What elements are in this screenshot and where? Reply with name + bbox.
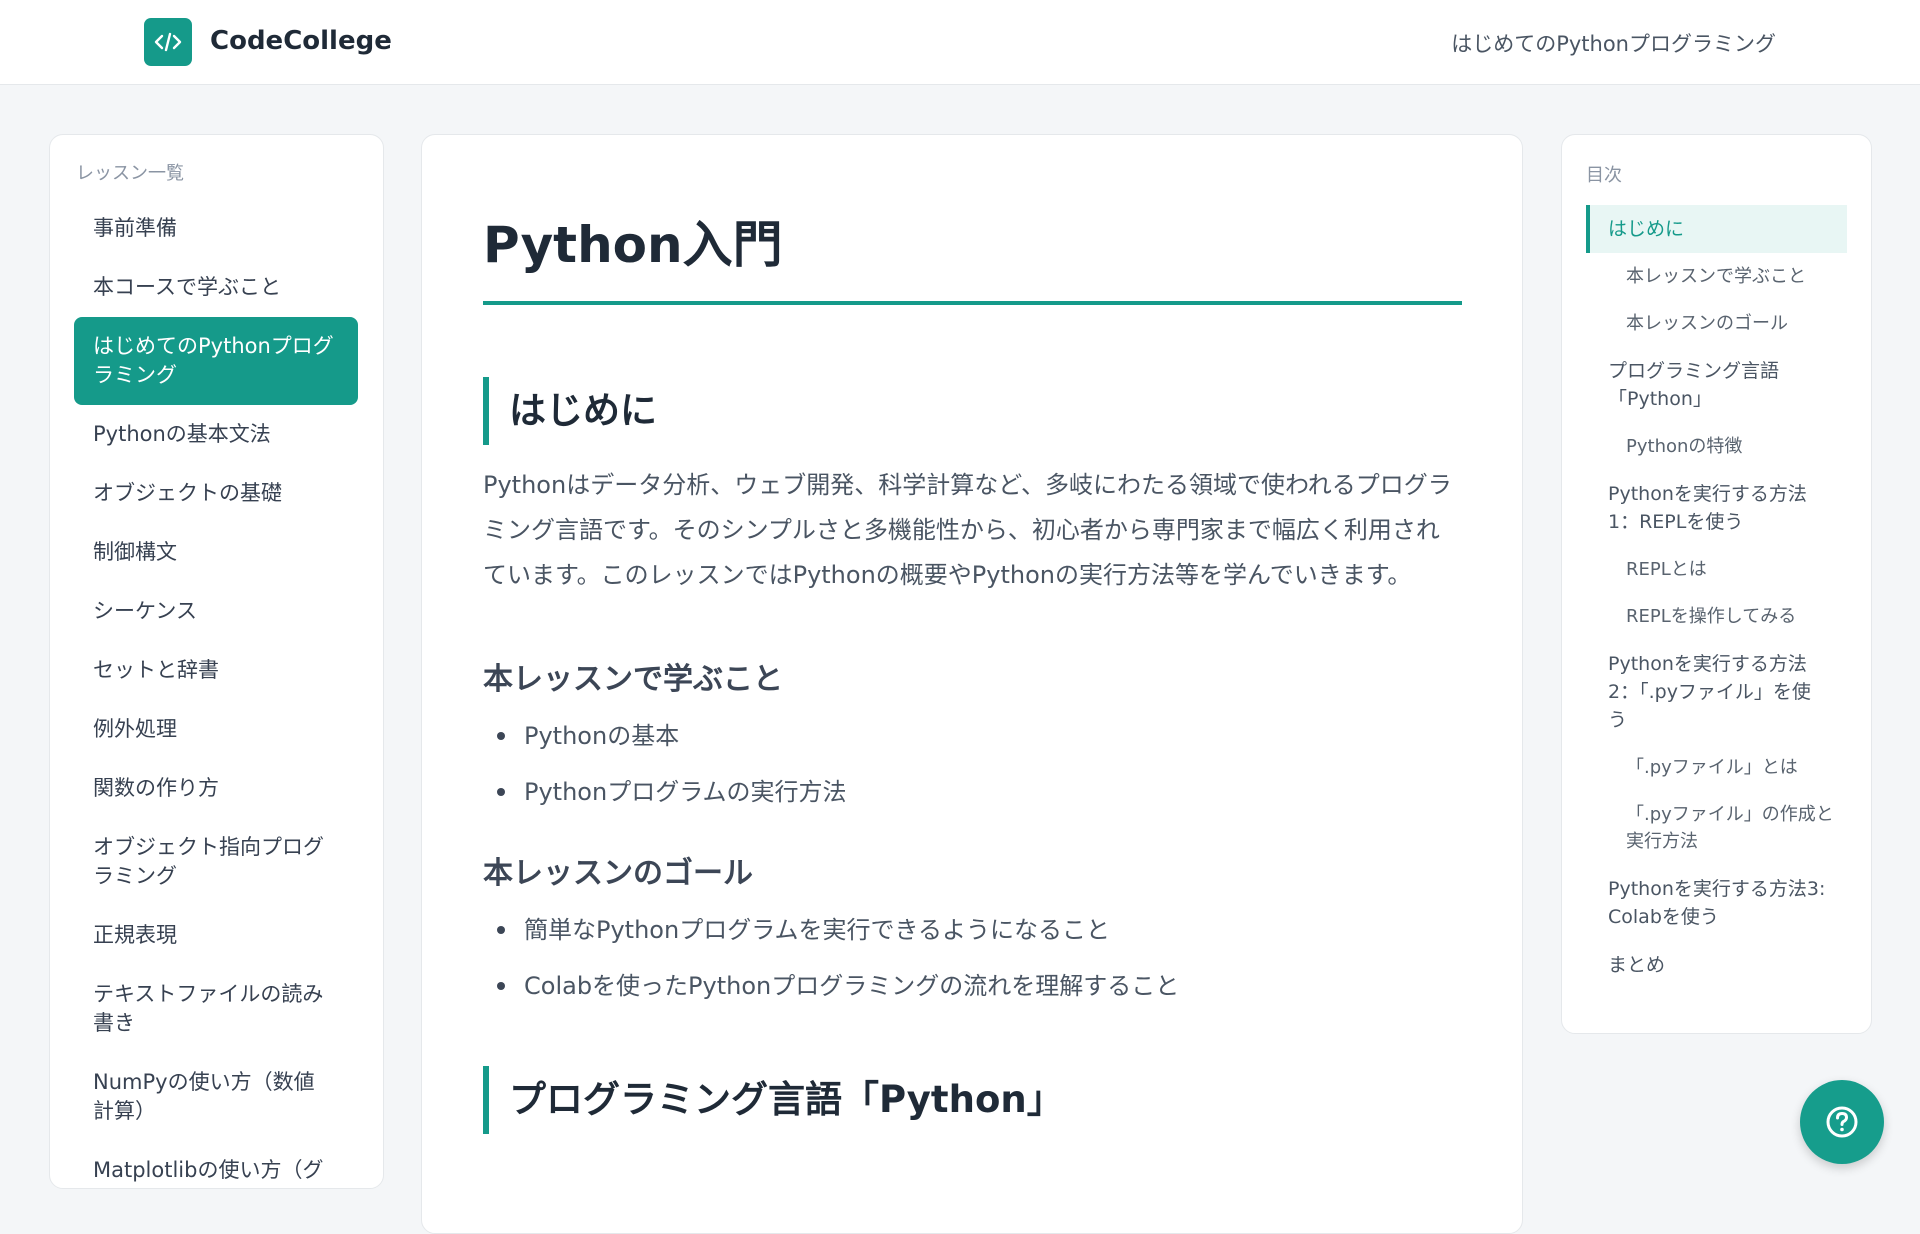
header-course-title: はじめてのPythonプログラミング <box>1451 32 1776 56</box>
lesson-item[interactable]: テキストファイルの読み書き <box>74 965 344 1053</box>
lesson-item[interactable]: 例外処理 <box>74 700 359 759</box>
list-item: Colabを使ったPythonプログラミングの流れを理解すること <box>483 970 1462 1002</box>
toc-item[interactable]: Pythonを実行する方法1：REPLを使う <box>1586 470 1831 546</box>
top-header: CodeCollege はじめてのPythonプログラミング <box>0 0 1920 85</box>
lesson-item[interactable]: Pythonの基本文法 <box>74 405 359 464</box>
lesson-item[interactable]: シーケンス <box>74 582 359 641</box>
lesson-list-sidebar: レッスン一覧 事前準備 本コースで学ぶこと はじめてのPythonプログラミング… <box>49 134 384 1189</box>
list-item: Pythonプログラムの実行方法 <box>483 776 1462 808</box>
learn-list: Pythonの基本 Pythonプログラムの実行方法 <box>483 720 1462 808</box>
toc-heading: 目次 <box>1586 165 1622 186</box>
toc-item-active[interactable]: はじめに <box>1586 205 1847 253</box>
table-of-contents: 目次 はじめに 本レッスンで学ぶこと 本レッスンのゴール プログラミング言語「P… <box>1561 134 1872 1034</box>
brand-name[interactable]: CodeCollege <box>210 26 392 56</box>
lesson-item[interactable]: セットと辞書 <box>74 641 359 700</box>
toc-item[interactable]: Pythonを実行する方法3: Colabを使う <box>1586 865 1848 941</box>
lesson-item[interactable]: NumPyの使い方（数値計算） <box>74 1053 344 1141</box>
lesson-list-heading: レッスン一覧 <box>76 163 184 184</box>
lesson-item[interactable]: 事前準備 <box>74 199 359 258</box>
lesson-item[interactable]: Matplotlibの使い方（グラ <box>74 1141 359 1188</box>
toc-item[interactable]: Pythonの特徴 <box>1586 423 1847 470</box>
toc-item[interactable]: 本レッスンのゴール <box>1586 300 1847 347</box>
help-button[interactable] <box>1800 1080 1884 1164</box>
lesson-item[interactable]: オブジェクトの基礎 <box>74 464 359 523</box>
section-heading: はじめに <box>483 377 1462 445</box>
code-icon[interactable] <box>144 18 192 66</box>
toc-item[interactable]: REPLとは <box>1586 546 1847 593</box>
toc-item[interactable]: プログラミング言語「Python」 <box>1586 347 1806 423</box>
subsection-heading: 本レッスンで学ぶこと <box>483 662 783 697</box>
lesson-item-active[interactable]: はじめてのPythonプログラミング <box>74 317 358 405</box>
section-heading: プログラミング言語「Python」 <box>483 1066 1462 1134</box>
subsection-heading: 本レッスンのゴール <box>483 856 753 891</box>
intro-paragraph: Pythonはデータ分析、ウェブ開発、科学計算など、多岐にわたる領域で使われるプ… <box>483 471 1452 589</box>
goal-list: 簡単なPythonプログラムを実行できるようになること Colabを使ったPyt… <box>483 914 1462 1002</box>
list-item: 簡単なPythonプログラムを実行できるようになること <box>483 914 1462 946</box>
help-circle-icon <box>1826 1106 1858 1138</box>
lesson-content: Python入門 はじめに Pythonはデータ分析、ウェブ開発、科学計算など、… <box>421 134 1523 1234</box>
toc-item[interactable]: 本レッスンで学ぶこと <box>1586 253 1847 300</box>
toc-item[interactable]: まとめ <box>1586 941 1847 989</box>
lesson-item[interactable]: 制御構文 <box>74 523 359 582</box>
lesson-item[interactable]: 正規表現 <box>74 906 359 965</box>
toc-item[interactable]: 「.pyファイル」の作成と実行方法 <box>1586 791 1848 865</box>
toc-item[interactable]: 「.pyファイル」とは <box>1586 744 1847 791</box>
lesson-item[interactable]: 本コースで学ぶこと <box>74 258 359 317</box>
toc-item[interactable]: Pythonを実行する方法2：「.pyファイル」を使う <box>1586 640 1836 744</box>
lesson-item[interactable]: オブジェクト指向プログラミング <box>74 818 344 906</box>
lesson-item[interactable]: 関数の作り方 <box>74 759 359 818</box>
toc-item[interactable]: REPLを操作してみる <box>1586 593 1847 640</box>
list-item: Pythonの基本 <box>483 720 1462 752</box>
page-title: Python入門 <box>483 205 1462 305</box>
